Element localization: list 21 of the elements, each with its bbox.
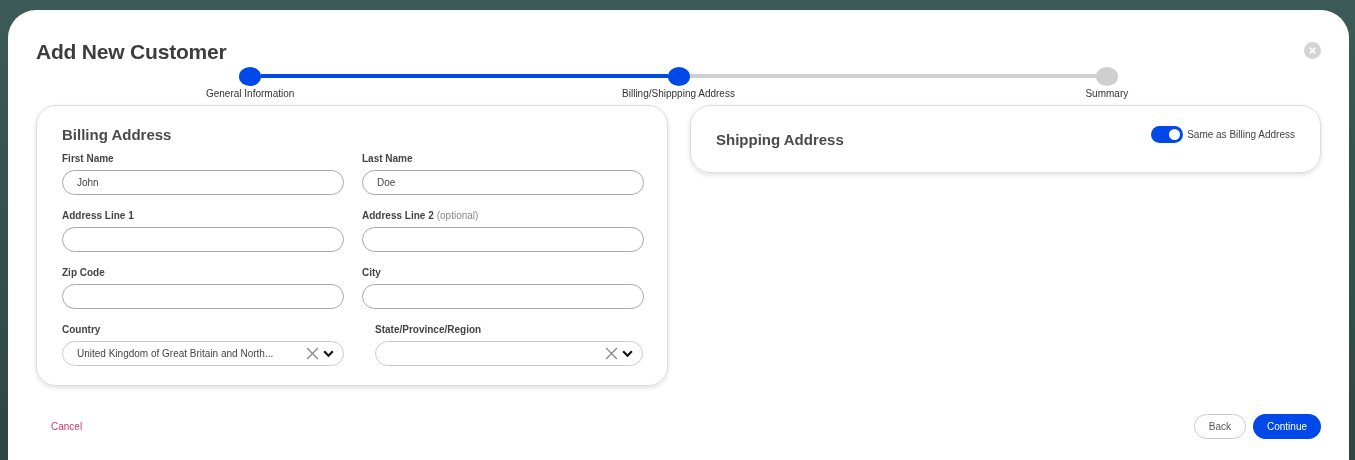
field-label: State/Province/Region (375, 324, 482, 335)
step-label: Summary (1085, 88, 1129, 99)
back-button[interactable]: Back (1193, 414, 1246, 439)
field-label: Address Line 1 (62, 210, 134, 221)
card-title: Shipping Address (716, 130, 844, 148)
toggle-label: Same as Billing Address (1187, 128, 1295, 140)
continue-button[interactable]: Continue (1252, 414, 1321, 439)
toggle-switch[interactable] (1151, 125, 1184, 143)
dialog-title: Add New Customer (36, 40, 227, 64)
step-label: General Information (205, 88, 295, 99)
optional-hint: (optional) (436, 210, 479, 223)
cancel-link[interactable]: Cancel (51, 421, 83, 432)
field-label: First Name (62, 153, 114, 164)
field-label: City (362, 267, 381, 278)
field-label: Country (62, 324, 101, 335)
card-title: Billing Address (62, 126, 173, 143)
close-icon[interactable] (1304, 42, 1321, 59)
step-label: Billing/Shippping Address (622, 88, 735, 99)
field-label: Zip Code (62, 267, 105, 278)
field-label: Last Name (362, 153, 413, 164)
field-label: Address Line 2 (362, 210, 434, 221)
